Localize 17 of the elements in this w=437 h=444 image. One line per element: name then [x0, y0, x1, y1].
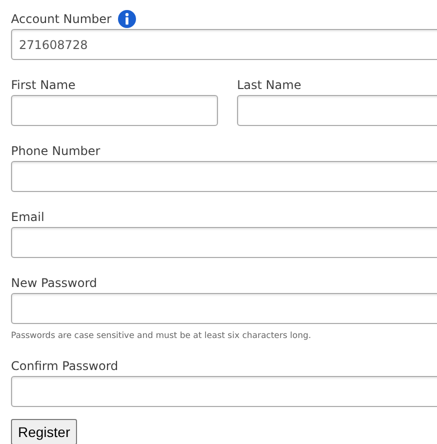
- password-hint: Passwords are case sensitive and must be at least six characters long.: [11, 331, 312, 341]
- info-icon[interactable]: [118, 10, 136, 28]
- register-button[interactable]: Register: [11, 419, 78, 444]
- field-label: Confirm Password: [11, 358, 118, 372]
- field-label: Last Name: [237, 78, 302, 92]
- field-label: Phone Number: [11, 144, 100, 158]
- account-number-field[interactable]: 271608728: [11, 29, 437, 60]
- field-label: Email: [11, 210, 44, 224]
- field-label: Account Number: [11, 12, 112, 26]
- phone-number-field[interactable]: [11, 161, 437, 192]
- first-name-field[interactable]: [11, 95, 218, 126]
- new-password-field[interactable]: [11, 293, 437, 324]
- email-field[interactable]: [11, 227, 437, 258]
- last-name-field[interactable]: [237, 95, 437, 126]
- field-label: First Name: [11, 78, 76, 92]
- field-label: New Password: [11, 276, 98, 290]
- confirm-password-field[interactable]: [11, 376, 437, 407]
